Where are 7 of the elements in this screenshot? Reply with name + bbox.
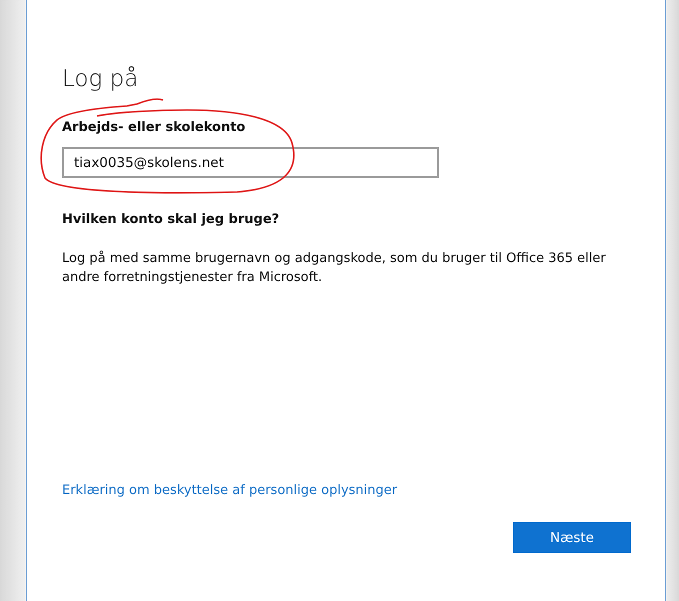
next-button[interactable]: Næste [513, 522, 631, 553]
field-label: Arbejds- eller skolekonto [62, 120, 246, 135]
dialog-title: Log på [62, 65, 140, 94]
privacy-link[interactable]: Erklæring om beskyttelse af personlige oplysninger [62, 483, 398, 498]
account-input-field[interactable]: tiax0035@skolens.net [62, 147, 439, 178]
help-heading: Hvilken konto skal jeg bruge? [62, 212, 280, 227]
help-text: Log på med samme brugernavn og adgangskode, som du bruger til Office 365 eller andre forretningstjenester fra Microsoft. [62, 250, 607, 287]
